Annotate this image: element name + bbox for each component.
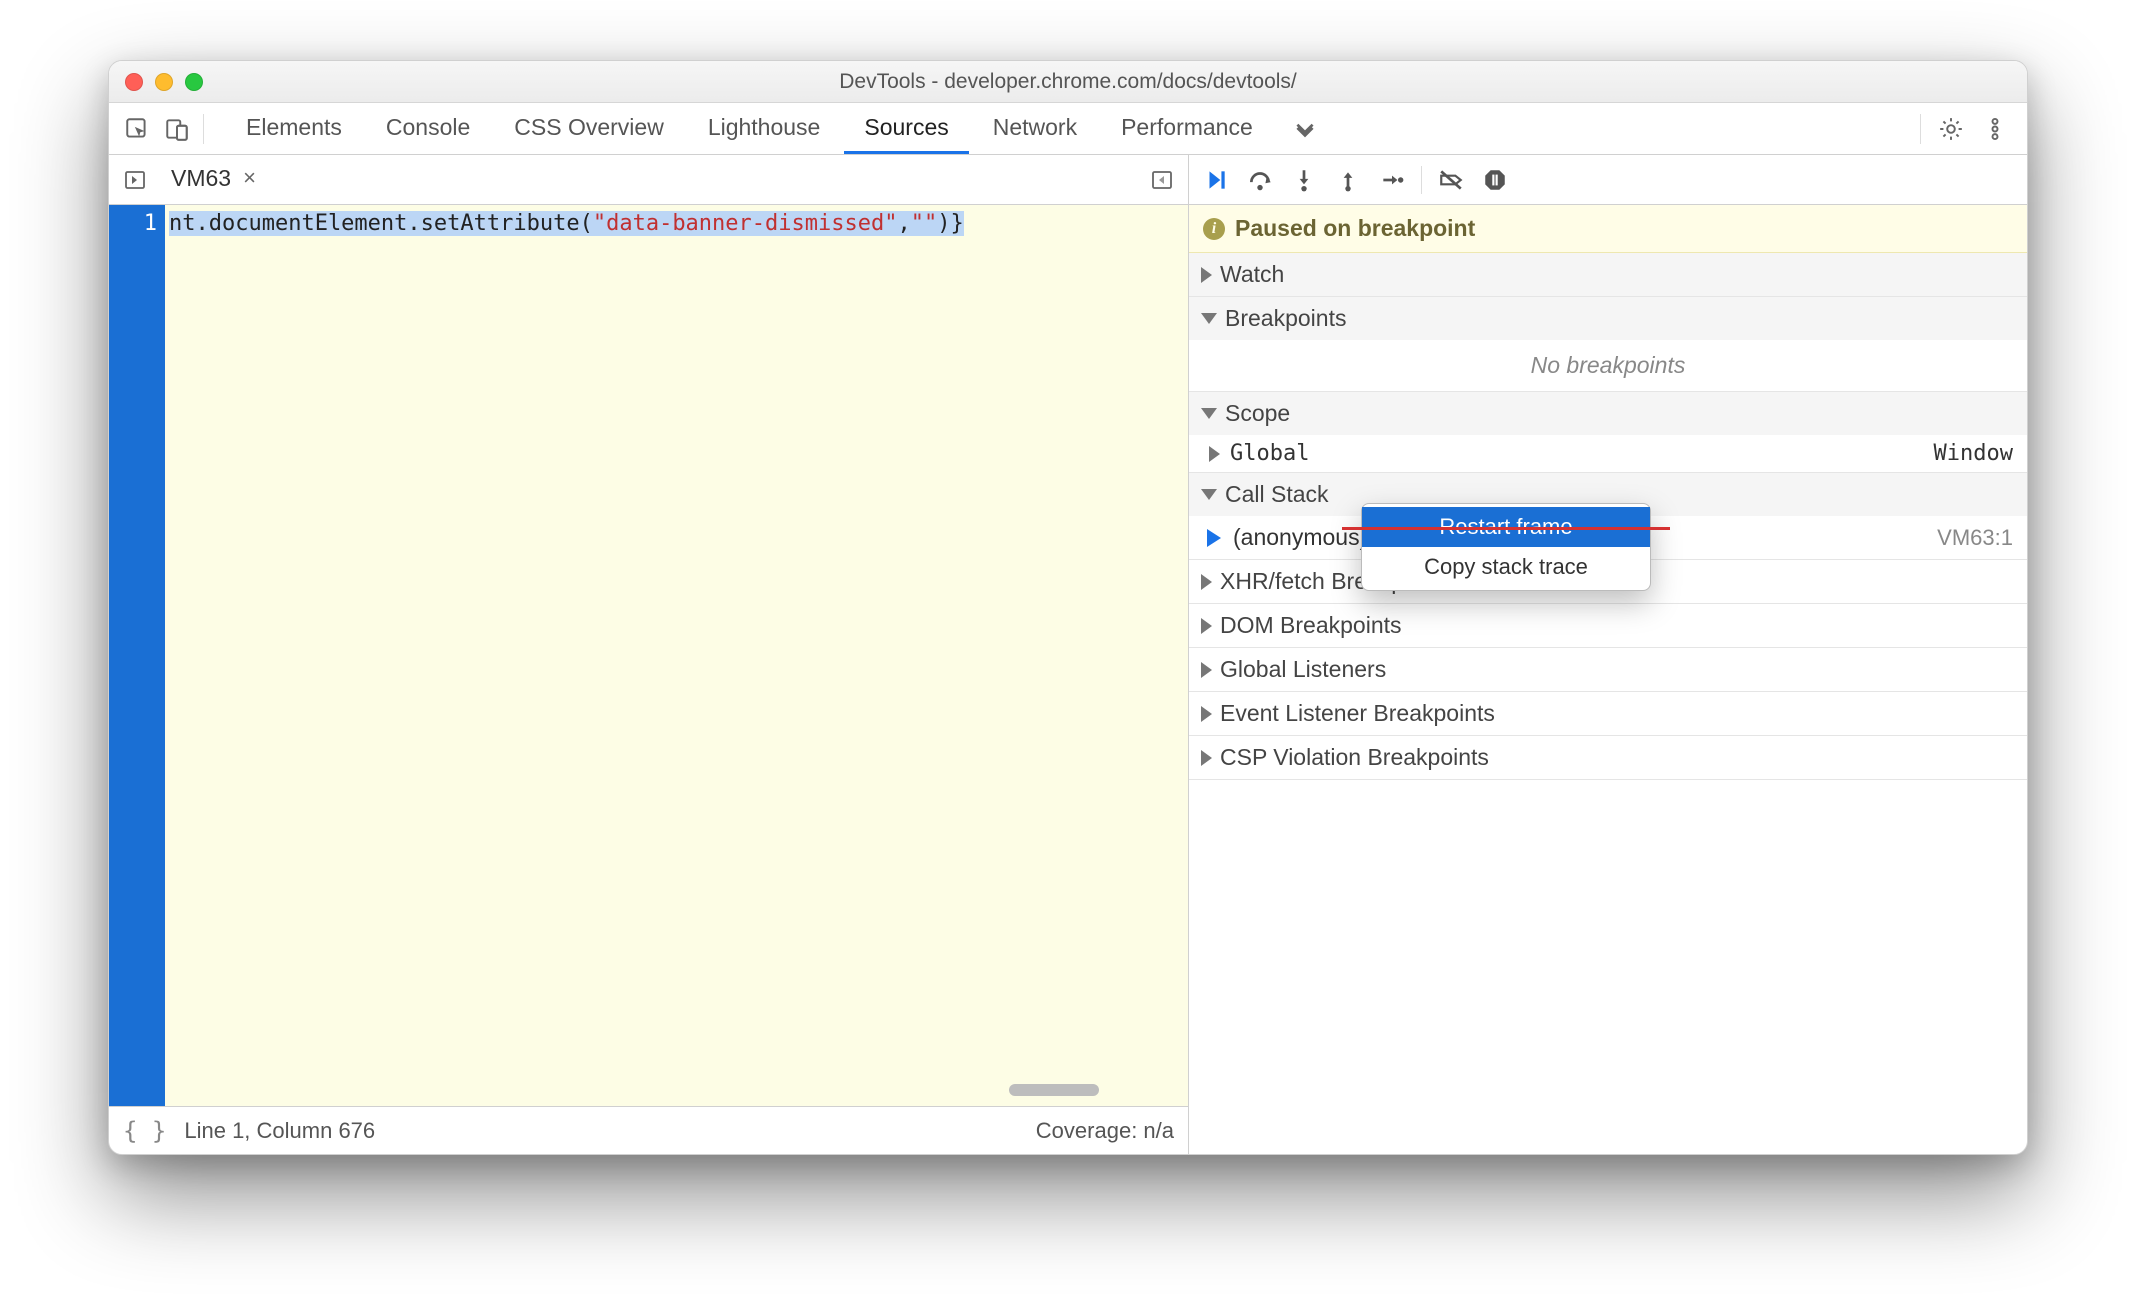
tab-sources[interactable]: Sources	[844, 103, 968, 154]
status-bar: { } Line 1, Column 676 Coverage: n/a	[109, 1106, 1188, 1154]
info-icon: i	[1203, 218, 1225, 240]
step-into-button[interactable]	[1283, 160, 1325, 200]
call-stack-frame[interactable]: (anonymous) VM63:1 Restart frame Copy st…	[1189, 516, 2027, 559]
chevron-right-icon	[1201, 662, 1212, 678]
navigator-toggle-icon[interactable]	[115, 160, 155, 200]
traffic-lights	[109, 73, 203, 91]
chevron-right-icon	[1201, 618, 1212, 634]
scope-name: Global	[1230, 441, 1309, 466]
devtools-body: VM63 × 1 nt.documentElement.setAttribute…	[109, 155, 2027, 1154]
context-menu: Restart frame Copy stack trace	[1361, 503, 1651, 591]
chevron-right-icon	[1201, 706, 1212, 722]
devtools-window: DevTools - developer.chrome.com/docs/dev…	[108, 60, 2028, 1155]
sources-sub-toolbar: VM63 ×	[109, 155, 1188, 205]
chevron-right-icon	[1201, 750, 1212, 766]
tab-elements[interactable]: Elements	[226, 103, 362, 154]
breakpoints-section-header[interactable]: Breakpoints	[1189, 297, 2027, 340]
more-tabs-icon[interactable]	[1285, 109, 1325, 149]
toolbar-divider	[203, 114, 204, 144]
step-button[interactable]	[1371, 160, 1413, 200]
zoom-window-button[interactable]	[185, 73, 203, 91]
chevron-down-icon	[1201, 489, 1217, 500]
step-out-button[interactable]	[1327, 160, 1369, 200]
divider	[1421, 166, 1422, 194]
window-title: DevTools - developer.chrome.com/docs/dev…	[109, 70, 2027, 94]
code-line: nt.documentElement.setAttribute("data-ba…	[165, 205, 964, 236]
device-toggle-icon[interactable]	[157, 109, 197, 149]
context-menu-restart-frame[interactable]: Restart frame	[1362, 507, 1650, 547]
no-breakpoints-message: No breakpoints	[1189, 340, 2027, 391]
chevron-down-icon	[1201, 408, 1217, 419]
current-frame-arrow-icon	[1207, 529, 1221, 547]
context-menu-copy-stack-trace[interactable]: Copy stack trace	[1362, 547, 1650, 587]
inspect-element-icon[interactable]	[117, 109, 157, 149]
tab-network[interactable]: Network	[973, 103, 1097, 154]
watch-section-header[interactable]: Watch	[1189, 253, 2027, 296]
sources-left-pane: VM63 × 1 nt.documentElement.setAttribute…	[109, 155, 1189, 1154]
mac-titlebar: DevTools - developer.chrome.com/docs/dev…	[109, 61, 2027, 103]
chevron-right-icon	[1209, 446, 1220, 462]
main-tabs: Elements Console CSS Overview Lighthouse…	[226, 103, 1914, 154]
devtools-toolbar: Elements Console CSS Overview Lighthouse…	[109, 103, 2027, 155]
debug-toolbar	[1189, 155, 2027, 205]
close-tab-icon[interactable]: ×	[239, 165, 260, 191]
chevron-right-icon	[1201, 574, 1212, 590]
tab-console[interactable]: Console	[366, 103, 490, 154]
scope-row-global[interactable]: Global Window	[1189, 435, 2027, 472]
deactivate-breakpoints-button[interactable]	[1430, 160, 1472, 200]
line-number: 1	[144, 211, 157, 236]
step-over-button[interactable]	[1239, 160, 1281, 200]
resume-button[interactable]	[1195, 160, 1237, 200]
dom-breakpoints-section-header[interactable]: DOM Breakpoints	[1189, 604, 2027, 647]
frame-location: VM63:1	[1937, 525, 2013, 551]
tab-performance[interactable]: Performance	[1101, 103, 1273, 154]
code-editor[interactable]: 1 nt.documentElement.setAttribute("data-…	[109, 205, 1188, 1106]
pretty-print-icon[interactable]: { }	[123, 1117, 184, 1145]
scope-value: Window	[1934, 441, 2013, 466]
strikethrough-annotation	[1342, 527, 1670, 530]
pause-message-bar: i Paused on breakpoint	[1189, 205, 2027, 253]
pause-message: Paused on breakpoint	[1235, 215, 1475, 242]
file-tab[interactable]: VM63 ×	[157, 155, 268, 204]
pause-on-exceptions-button[interactable]	[1474, 160, 1516, 200]
toolbar-divider	[1920, 114, 1921, 144]
tab-lighthouse[interactable]: Lighthouse	[688, 103, 841, 154]
coverage-status: Coverage: n/a	[1036, 1118, 1174, 1144]
event-listener-breakpoints-section-header[interactable]: Event Listener Breakpoints	[1189, 692, 2027, 735]
global-listeners-section-header[interactable]: Global Listeners	[1189, 648, 2027, 691]
settings-icon[interactable]	[1931, 109, 1971, 149]
file-tab-name: VM63	[171, 165, 231, 192]
tab-css-overview[interactable]: CSS Overview	[494, 103, 684, 154]
minimize-window-button[interactable]	[155, 73, 173, 91]
debugger-pane: i Paused on breakpoint Watch Breakpoints…	[1189, 155, 2027, 1154]
csp-breakpoints-section-header[interactable]: CSP Violation Breakpoints	[1189, 736, 2027, 779]
chevron-down-icon	[1201, 313, 1217, 324]
chevron-right-icon	[1201, 267, 1212, 283]
close-window-button[interactable]	[125, 73, 143, 91]
gutter: 1	[109, 205, 165, 1106]
cursor-position: Line 1, Column 676	[184, 1118, 375, 1144]
horizontal-scroll-thumb[interactable]	[1009, 1084, 1099, 1096]
debugger-pane-toggle-icon[interactable]	[1142, 160, 1182, 200]
kebab-menu-icon[interactable]	[1975, 109, 2015, 149]
scope-section-header[interactable]: Scope	[1189, 392, 2027, 435]
